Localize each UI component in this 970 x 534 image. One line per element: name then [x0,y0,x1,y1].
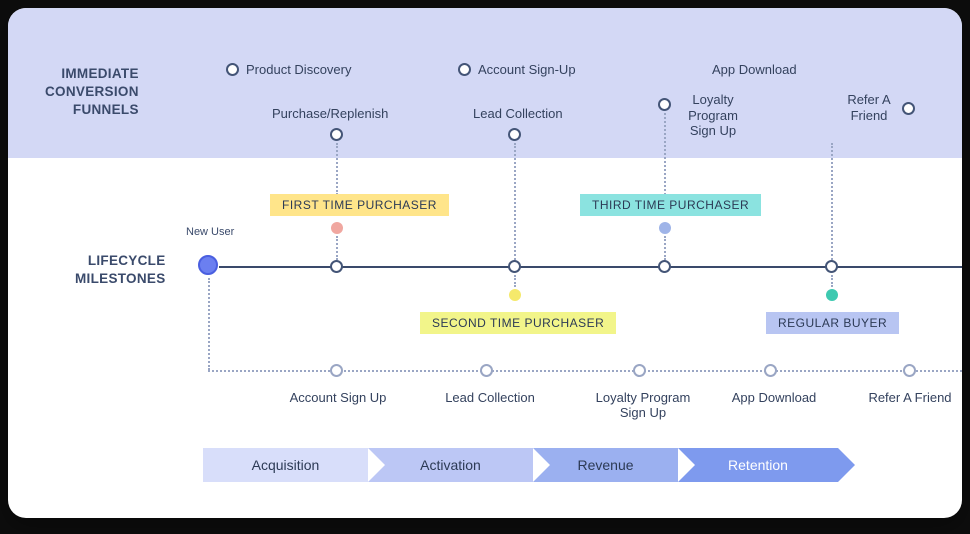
lower-ring-3 [633,364,646,377]
ring-account-signup [458,63,471,76]
stem-third [664,236,666,260]
lower-ring-4 [764,364,777,377]
lower-ring-1 [330,364,343,377]
dot-new-user [198,255,218,275]
phase-row: Acquisition Activation Revenue Retention [203,448,838,482]
ring-refer-friend-top [902,102,915,115]
stem-regular [831,275,833,287]
label-new-user: New User [186,226,234,238]
lifecycle-diagram-card: IMMEDIATE CONVERSION FUNNELS LIFECYCLE M… [8,8,962,518]
bracket-vertical [208,278,210,370]
phase-activation: Activation [368,448,533,482]
funnels-band [8,8,962,158]
dot-second [509,289,521,301]
lower-ring-2 [480,364,493,377]
dot-first [331,222,343,234]
action-loyalty: Loyalty Program Sign Up [588,390,698,420]
stem-second [514,275,516,287]
lower-ring-5 [903,364,916,377]
action-app-download: App Download [722,390,826,405]
badge-second-purchaser: SECOND TIME PURCHASER [420,312,616,334]
label-product-discovery: Product Discovery [246,62,351,77]
badge-first-purchaser: FIRST TIME PURCHASER [270,194,449,216]
conn-third [664,113,666,195]
label-app-download: App Download [712,62,797,77]
ring-purchase-replenish [330,128,343,141]
conn-regular [831,143,833,260]
phase-acquisition: Acquisition [203,448,368,482]
axis-ring-2 [508,260,521,273]
conn-second [514,143,516,260]
label-account-signup: Account Sign-Up [478,62,576,77]
label-refer-friend-top: Refer A Friend [841,92,897,123]
label-immediate-funnels: IMMEDIATE CONVERSION FUNNELS [45,65,139,120]
ring-lead-collection-top [508,128,521,141]
dot-third [659,222,671,234]
action-lead-collection: Lead Collection [438,390,542,405]
axis-ring-1 [330,260,343,273]
stem-first [336,236,338,260]
phase-retention: Retention [678,448,838,482]
label-purchase-replenish: Purchase/Replenish [272,106,388,121]
axis-ring-4 [825,260,838,273]
axis-ring-3 [658,260,671,273]
action-account-signup: Account Sign Up [286,390,390,405]
badge-regular-buyer: REGULAR BUYER [766,312,899,334]
label-lifecycle-milestones: LIFECYCLE MILESTONES [75,252,166,288]
ring-loyalty-top [658,98,671,111]
ring-product-discovery [226,63,239,76]
badge-third-purchaser: THIRD TIME PURCHASER [580,194,761,216]
dot-regular [826,289,838,301]
phase-revenue: Revenue [533,448,678,482]
label-loyalty-top: Loyalty Program Sign Up [678,92,748,139]
label-lead-collection-top: Lead Collection [473,106,563,121]
bracket-horizontal [208,370,962,372]
conn-first [336,143,338,195]
action-refer-friend: Refer A Friend [860,390,960,405]
